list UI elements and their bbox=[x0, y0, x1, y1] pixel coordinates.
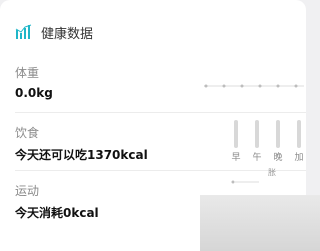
meal-label-snack: 加 bbox=[294, 153, 304, 163]
meal-label-breakfast: 早 bbox=[231, 153, 241, 163]
meal-label-dinner: 晚 bbox=[273, 153, 283, 163]
diet-value[interactable]: 今天还可以吃1370kcal bbox=[15, 146, 148, 163]
exercise-label: 运动 bbox=[15, 184, 40, 198]
card-title: 健康数据 bbox=[41, 26, 94, 42]
weight-value[interactable]: 0.0kg bbox=[15, 86, 53, 100]
bottom-overlay bbox=[200, 195, 320, 251]
exercise-value[interactable]: 今天消耗0kcal bbox=[15, 204, 99, 221]
meal-label-lunch: 午 bbox=[252, 153, 262, 163]
meal-bar-snack bbox=[297, 120, 301, 148]
card-header: 健康数据 bbox=[15, 21, 93, 43]
divider bbox=[15, 170, 306, 171]
meal-bar-lunch bbox=[255, 120, 259, 148]
exercise-mini-chart bbox=[231, 180, 259, 184]
diet-label: 饮食 bbox=[15, 126, 40, 140]
weight-trend-mini-chart bbox=[204, 84, 304, 88]
meal-bars bbox=[231, 120, 311, 150]
bar-chart-icon bbox=[15, 24, 32, 39]
weight-label: 体重 bbox=[15, 66, 40, 80]
meal-bar-dinner bbox=[276, 120, 280, 148]
divider bbox=[15, 112, 306, 113]
meal-bar-breakfast bbox=[234, 120, 238, 148]
